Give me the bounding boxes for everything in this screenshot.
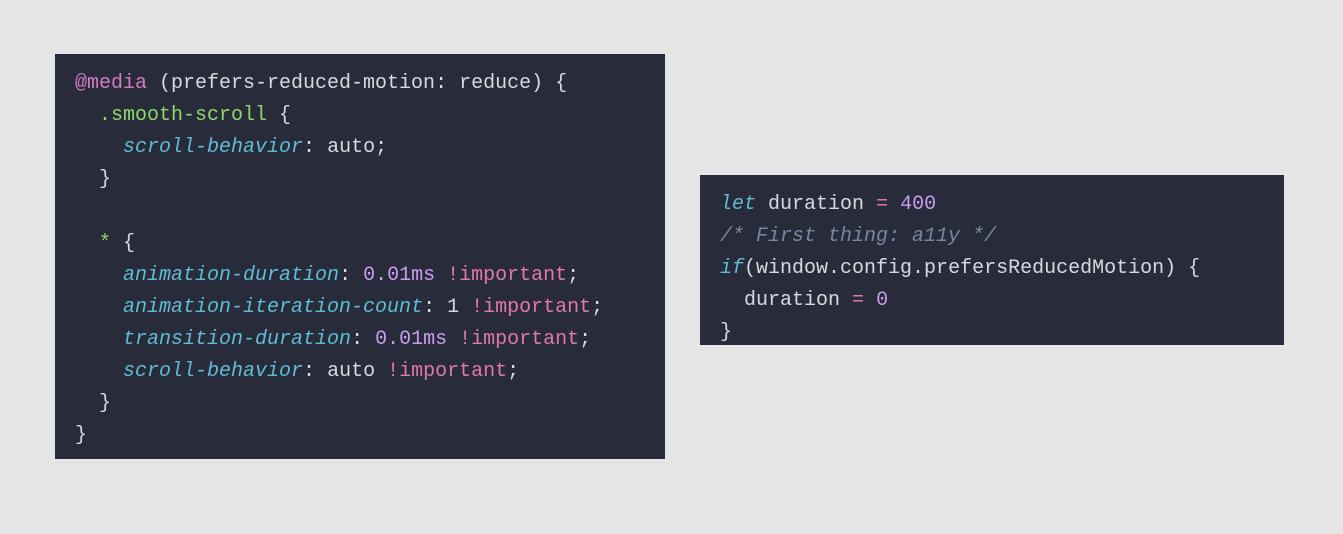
token-punct: : bbox=[339, 264, 363, 287]
token-indent bbox=[75, 168, 99, 191]
code-line: transition-duration: 0.01ms !important; bbox=[75, 328, 591, 351]
token-punct: : bbox=[423, 296, 447, 319]
token-keyword: let bbox=[720, 193, 756, 216]
token-important: !important bbox=[387, 360, 507, 383]
token-space bbox=[888, 193, 900, 216]
token-indent bbox=[75, 264, 123, 287]
token-space bbox=[375, 360, 387, 383]
token-indent bbox=[720, 289, 744, 312]
code-block-js: let duration = 400 /* First thing: a11y … bbox=[700, 175, 1284, 345]
code-line: animation-duration: 0.01ms !important; bbox=[75, 264, 579, 287]
token-space bbox=[459, 296, 471, 319]
code-block-css: @media (prefers-reduced-motion: reduce) … bbox=[55, 54, 665, 459]
token-brace: } bbox=[99, 168, 111, 191]
token-space bbox=[435, 264, 447, 287]
token-atrule: @media bbox=[75, 72, 147, 95]
token-indent bbox=[75, 104, 99, 127]
token-property: scroll-behavior bbox=[123, 136, 303, 159]
token-brace: } bbox=[75, 424, 87, 447]
token-indent bbox=[75, 232, 99, 255]
token-selector: * bbox=[99, 232, 111, 255]
code-line: } bbox=[75, 392, 111, 415]
token-keyword: if bbox=[720, 257, 744, 280]
token-punct: ) { bbox=[1164, 257, 1200, 280]
token-space bbox=[864, 193, 876, 216]
token-property: transition-duration bbox=[123, 328, 351, 351]
token-punct: ; bbox=[567, 264, 579, 287]
token-property: animation-iteration-count bbox=[123, 296, 423, 319]
token-important: !important bbox=[459, 328, 579, 351]
token-brace: } bbox=[720, 321, 732, 344]
token-value: auto bbox=[327, 136, 375, 159]
token-important: !important bbox=[447, 264, 567, 287]
token-space bbox=[864, 289, 876, 312]
token-punct: : bbox=[351, 328, 375, 351]
code-line: let duration = 400 bbox=[720, 193, 936, 216]
token-comment: /* First thing: a11y */ bbox=[720, 225, 996, 248]
token-text: { bbox=[267, 104, 291, 127]
token-identifier: duration bbox=[744, 289, 840, 312]
page: @media (prefers-reduced-motion: reduce) … bbox=[0, 0, 1343, 534]
code-line: } bbox=[75, 424, 87, 447]
token-brace: } bbox=[99, 392, 111, 415]
token-punct: : bbox=[303, 136, 327, 159]
token-number: 0.01ms bbox=[375, 328, 447, 351]
token-punct: ( bbox=[744, 257, 756, 280]
code-line: duration = 0 bbox=[720, 289, 888, 312]
token-property: scroll-behavior bbox=[123, 360, 303, 383]
token-punct: ; bbox=[591, 296, 603, 319]
token-property: animation-duration bbox=[123, 264, 339, 287]
token-space bbox=[840, 289, 852, 312]
token-important: !important bbox=[471, 296, 591, 319]
code-line: scroll-behavior: auto; bbox=[75, 136, 387, 159]
code-line: scroll-behavior: auto !important; bbox=[75, 360, 519, 383]
code-line: } bbox=[75, 168, 111, 191]
token-punct: ; bbox=[375, 136, 387, 159]
code-line: if(window.config.prefersReducedMotion) { bbox=[720, 257, 1200, 280]
code-line: animation-iteration-count: 1 !important; bbox=[75, 296, 603, 319]
token-space bbox=[756, 193, 768, 216]
token-text: (prefers-reduced-motion: reduce) { bbox=[147, 72, 567, 95]
token-operator: = bbox=[852, 289, 864, 312]
token-member: window.config.prefersReducedMotion bbox=[756, 257, 1164, 280]
token-punct: ; bbox=[579, 328, 591, 351]
token-indent bbox=[75, 136, 123, 159]
token-indent bbox=[75, 328, 123, 351]
token-indent bbox=[75, 360, 123, 383]
token-space bbox=[447, 328, 459, 351]
token-value: auto bbox=[327, 360, 375, 383]
token-operator: = bbox=[876, 193, 888, 216]
token-value: 1 bbox=[447, 296, 459, 319]
token-identifier: duration bbox=[768, 193, 864, 216]
token-punct: ; bbox=[507, 360, 519, 383]
code-line: * { bbox=[75, 232, 135, 255]
token-number: 0 bbox=[876, 289, 888, 312]
code-line: /* First thing: a11y */ bbox=[720, 225, 996, 248]
token-indent bbox=[75, 296, 123, 319]
code-line: .smooth-scroll { bbox=[75, 104, 291, 127]
token-number: 400 bbox=[900, 193, 936, 216]
code-line: } bbox=[720, 321, 732, 344]
code-line: @media (prefers-reduced-motion: reduce) … bbox=[75, 72, 567, 95]
token-indent bbox=[75, 392, 99, 415]
token-punct: : bbox=[303, 360, 327, 383]
token-text: { bbox=[111, 232, 135, 255]
token-number: 0.01ms bbox=[363, 264, 435, 287]
token-selector: .smooth-scroll bbox=[99, 104, 267, 127]
